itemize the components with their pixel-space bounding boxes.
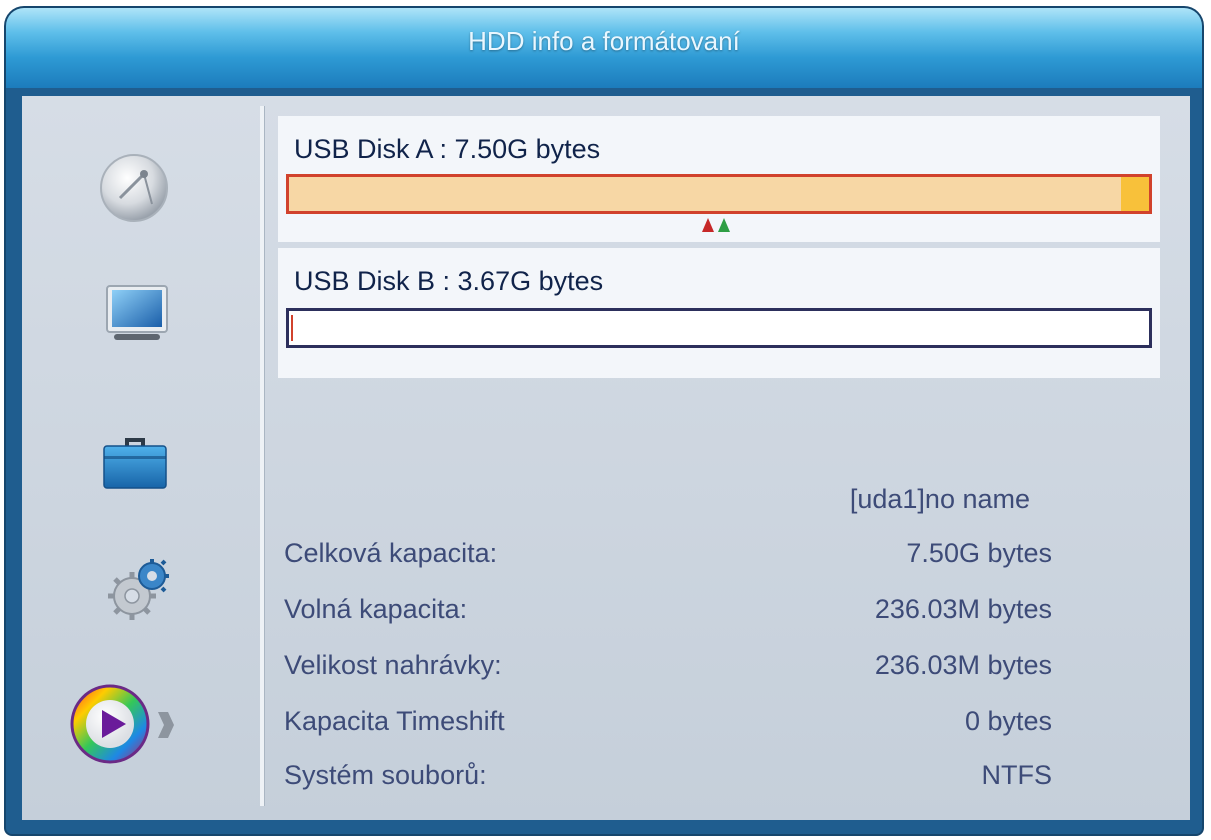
info-value: NTFS xyxy=(981,760,1053,790)
info-label: Celková kapacita: xyxy=(284,538,498,568)
window-title: HDD info a formátovaní xyxy=(468,26,740,56)
main-panel: USB Disk A : 7.50G bytes USB Disk B : 3.… xyxy=(22,96,1190,820)
sidebar-item-settings[interactable] xyxy=(102,552,174,624)
info-row-file-system: Systém souborů: NTFS xyxy=(282,760,1052,800)
info-label: Velikost nahrávky: xyxy=(284,650,502,680)
info-row-timeshift-capacity: Kapacita Timeshift 0 bytes xyxy=(282,706,1052,746)
tv-monitor-icon xyxy=(106,285,168,340)
info-value: 7.50G bytes xyxy=(906,538,1052,568)
sidebar-item-satellite[interactable] xyxy=(98,152,170,224)
disk-usage-fill xyxy=(1121,177,1149,211)
disk-usage-fill xyxy=(291,315,293,341)
info-label: Kapacita Timeshift xyxy=(284,706,505,736)
info-value: 0 bytes xyxy=(964,706,1052,736)
sidebar-divider xyxy=(260,106,264,806)
info-label: Volná kapacita: xyxy=(284,594,468,624)
sidebar-item-tv[interactable] xyxy=(104,282,170,348)
info-label: Systém souborů: xyxy=(284,760,487,790)
info-row-total-capacity: Celková kapacita: 7.50G bytes xyxy=(282,538,1052,578)
device-name: [uda1]no name xyxy=(849,484,1030,514)
disk-list-item[interactable]: USB Disk B : 3.67G bytes xyxy=(278,248,1160,378)
disk-list-item[interactable]: USB Disk A : 7.50G bytes xyxy=(278,116,1160,242)
info-value: 236.03M bytes xyxy=(874,594,1052,624)
toolbox-icon xyxy=(103,438,167,489)
position-markers-icon xyxy=(702,218,730,232)
disk-label: USB Disk A : 7.50G bytes xyxy=(294,134,601,164)
info-row-recording-size: Velikost nahrávky: 236.03M bytes xyxy=(282,650,1052,690)
disk-usage-bar xyxy=(286,308,1152,348)
media-play-icon xyxy=(70,684,150,764)
gears-icon xyxy=(108,559,169,620)
info-row-free-capacity: Volná kapacita: 236.03M bytes xyxy=(282,594,1052,634)
disk-usage-bar xyxy=(286,174,1152,214)
sidebar xyxy=(22,96,260,820)
info-value: 236.03M bytes xyxy=(874,650,1052,680)
sidebar-item-tools[interactable] xyxy=(100,426,170,492)
chevron-right-icon xyxy=(158,712,174,738)
satellite-dish-icon xyxy=(100,154,168,222)
disk-label: USB Disk B : 3.67G bytes xyxy=(294,266,604,296)
sidebar-item-media[interactable] xyxy=(68,682,174,766)
